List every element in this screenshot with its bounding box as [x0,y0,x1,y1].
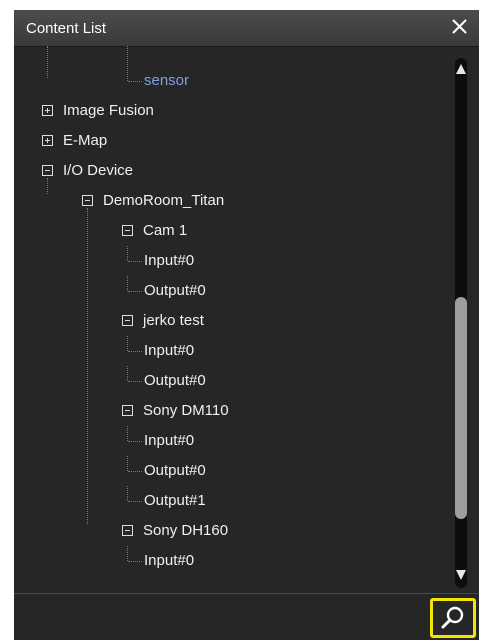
tree-item[interactable]: E-Map [63,129,107,153]
tree-item[interactable]: Output#1 [144,489,206,513]
tree-connector-line [128,381,142,382]
tree-item-label: Input#0 [144,552,195,569]
collapse-icon[interactable] [122,315,133,326]
tree-item-label: Sony DH160 [143,522,229,539]
tree-connector-line [128,471,142,472]
tree-item[interactable]: Output#0 [144,279,206,303]
tree-connector-line [128,81,142,82]
tree-guide-line [47,46,48,78]
arrow-down-icon[interactable] [455,568,467,582]
tree-connector-line [127,546,128,561]
tree-guide-line [47,178,48,194]
tree-connector-line [127,426,128,441]
tree-item[interactable]: Sony DH160 [143,519,228,543]
tree-connector-line [127,486,128,501]
expand-icon[interactable] [42,105,53,116]
tree-connector-line [127,336,128,351]
tree-connector-line [128,441,142,442]
tree-item-label: Output#1 [144,492,206,509]
collapse-icon[interactable] [122,225,133,236]
tree-item-label: jerko test [143,312,204,329]
tree-item[interactable]: Input#0 [144,429,194,453]
content-list-panel: Content List sensor Image Fusion E-Map I/O … [14,10,479,640]
tree-item-label: DemoRoom_Titan [103,192,225,209]
tree-connector-line [127,276,128,291]
tree-item[interactable]: I/O Device [63,159,133,183]
tree-item[interactable]: Cam 1 [143,219,187,243]
collapse-icon[interactable] [122,405,133,416]
tree-item[interactable]: Output#0 [144,459,206,483]
search-icon [441,606,464,629]
tree-item-label: E-Map [63,132,108,149]
tree-item-label: Output#0 [144,462,206,479]
tree-connector-line [128,561,142,562]
scrollbar-thumb[interactable] [455,296,467,520]
tree-connector-line [127,46,128,81]
tree-item[interactable]: Input#0 [144,549,194,573]
tree-item-label: Input#0 [144,252,195,269]
tree-item[interactable]: DemoRoom_Titan [103,189,224,213]
vertical-scrollbar[interactable] [452,58,470,588]
tree-guide-line [87,208,88,524]
expand-icon[interactable] [42,135,53,146]
close-button[interactable] [449,14,471,40]
panel-title: Content List [26,20,107,37]
tree-item[interactable]: sensor [144,69,189,93]
tree-item-label: Sony DM110 [143,402,229,419]
tree-connector-line [128,351,142,352]
collapse-icon[interactable] [122,525,133,536]
panel-titlebar: Content List [14,10,479,47]
tree-item-label: Cam 1 [143,222,188,239]
tree-item-label: I/O Device [63,162,134,179]
collapse-icon[interactable] [82,195,93,206]
close-icon [452,19,467,34]
tree-item[interactable]: jerko test [143,309,204,333]
content-tree: sensor Image Fusion E-Map I/O Device DemoRoo… [14,46,450,586]
collapse-icon[interactable] [42,165,53,176]
tree-connector-line [128,501,142,502]
tree-connector-line [128,261,142,262]
tree-item[interactable]: Input#0 [144,249,194,273]
tree-item-label: Input#0 [144,342,195,359]
tree-connector-line [127,366,128,381]
tree-connector-line [128,291,142,292]
tree-item-label: sensor [144,72,190,89]
footer-divider [14,593,479,594]
arrow-up-icon[interactable] [455,62,467,76]
search-button[interactable] [430,598,476,638]
tree-item-label: Output#0 [144,282,206,299]
tree-connector-line [127,246,128,261]
tree-item[interactable]: Output#0 [144,369,206,393]
tree-item-label: Input#0 [144,432,195,449]
tree-item[interactable]: Input#0 [144,339,194,363]
tree-item[interactable]: Sony DM110 [143,399,229,423]
tree-item[interactable]: Image Fusion [63,99,154,123]
tree-item-label: Image Fusion [63,102,154,119]
tree-item-label: Output#0 [144,372,206,389]
tree-connector-line [127,456,128,471]
